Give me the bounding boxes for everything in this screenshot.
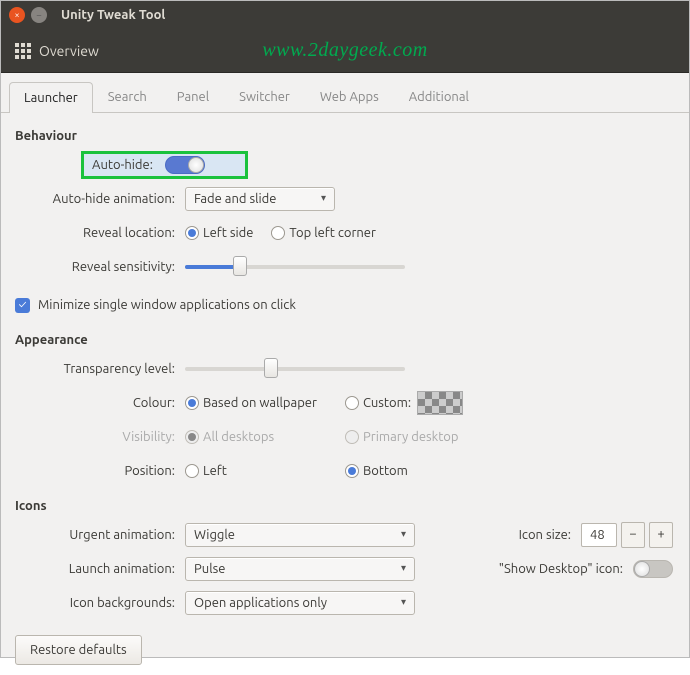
titlebar: × – Unity Tweak Tool	[1, 1, 689, 29]
show-desktop-toggle[interactable]	[633, 560, 673, 578]
reveal-sensitivity-slider[interactable]	[185, 265, 405, 269]
urgent-anim-label: Urgent animation:	[15, 528, 185, 542]
reveal-left-side-radio[interactable]: Left side	[185, 226, 253, 240]
icon-size-increase[interactable]: +	[649, 522, 673, 548]
icons-title: Icons	[15, 499, 675, 513]
grid-icon	[15, 43, 31, 59]
watermark-text: www.2daygeek.com	[262, 39, 427, 62]
window-minimize-button[interactable]: –	[31, 7, 47, 23]
show-desktop-label: "Show Desktop" icon:	[499, 562, 623, 576]
visibility-label: Visibility:	[15, 430, 185, 444]
window-close-button[interactable]: ×	[9, 7, 25, 23]
launch-anim-select[interactable]: Pulse	[185, 557, 415, 581]
tab-additional[interactable]: Additional	[394, 81, 484, 112]
window-title: Unity Tweak Tool	[61, 8, 165, 22]
colour-custom-radio[interactable]: Custom:	[345, 391, 463, 415]
reveal-top-left-radio[interactable]: Top left corner	[271, 226, 375, 240]
icon-backgrounds-label: Icon backgrounds:	[15, 596, 185, 610]
overview-label: Overview	[39, 43, 99, 59]
toolbar: Overview www.2daygeek.com	[1, 29, 689, 73]
tabs-bar: Launcher Search Panel Switcher Web Apps …	[1, 73, 689, 113]
autohide-highlight: Auto-hide:	[81, 151, 248, 179]
tab-panel[interactable]: Panel	[162, 81, 224, 112]
colour-wallpaper-radio[interactable]: Based on wallpaper	[185, 396, 317, 410]
icon-size-input[interactable]: 48	[581, 523, 617, 547]
position-label: Position:	[15, 464, 185, 478]
visibility-all-radio: All desktops	[185, 430, 274, 444]
icon-size-label: Icon size:	[519, 528, 571, 542]
tab-webapps[interactable]: Web Apps	[305, 81, 394, 112]
minimize-on-click-label: Minimize single window applications on c…	[38, 298, 296, 312]
window: × – Unity Tweak Tool Overview www.2dayge…	[0, 0, 690, 658]
content-area: Behaviour Auto-hide: Auto-hide animation…	[1, 113, 689, 675]
urgent-anim-select[interactable]: Wiggle	[185, 523, 415, 547]
autohide-label: Auto-hide:	[92, 158, 153, 172]
reveal-sensitivity-label: Reveal sensitivity:	[15, 260, 185, 274]
transparency-slider[interactable]	[185, 367, 405, 371]
tab-launcher[interactable]: Launcher	[9, 82, 93, 113]
appearance-title: Appearance	[15, 333, 675, 347]
icon-size-decrease[interactable]: −	[621, 522, 645, 548]
colour-swatch[interactable]	[417, 391, 463, 415]
tab-switcher[interactable]: Switcher	[224, 81, 305, 112]
reveal-location-label: Reveal location:	[15, 226, 185, 240]
icon-backgrounds-select[interactable]: Open applications only	[185, 591, 415, 615]
position-bottom-radio[interactable]: Bottom	[345, 464, 408, 478]
position-left-radio[interactable]: Left	[185, 464, 227, 478]
autohide-anim-label: Auto-hide animation:	[15, 192, 185, 206]
launch-anim-label: Launch animation:	[15, 562, 185, 576]
tab-search[interactable]: Search	[93, 81, 162, 112]
behaviour-title: Behaviour	[15, 129, 675, 143]
minimize-on-click-checkbox[interactable]: ✓	[15, 298, 30, 313]
autohide-toggle[interactable]	[165, 156, 205, 174]
autohide-anim-select[interactable]: Fade and slide	[185, 187, 335, 211]
transparency-label: Transparency level:	[15, 362, 185, 376]
visibility-primary-radio: Primary desktop	[345, 430, 459, 444]
restore-defaults-button[interactable]: Restore defaults	[15, 635, 142, 665]
colour-label: Colour:	[15, 396, 185, 410]
overview-button[interactable]: Overview	[15, 43, 99, 59]
